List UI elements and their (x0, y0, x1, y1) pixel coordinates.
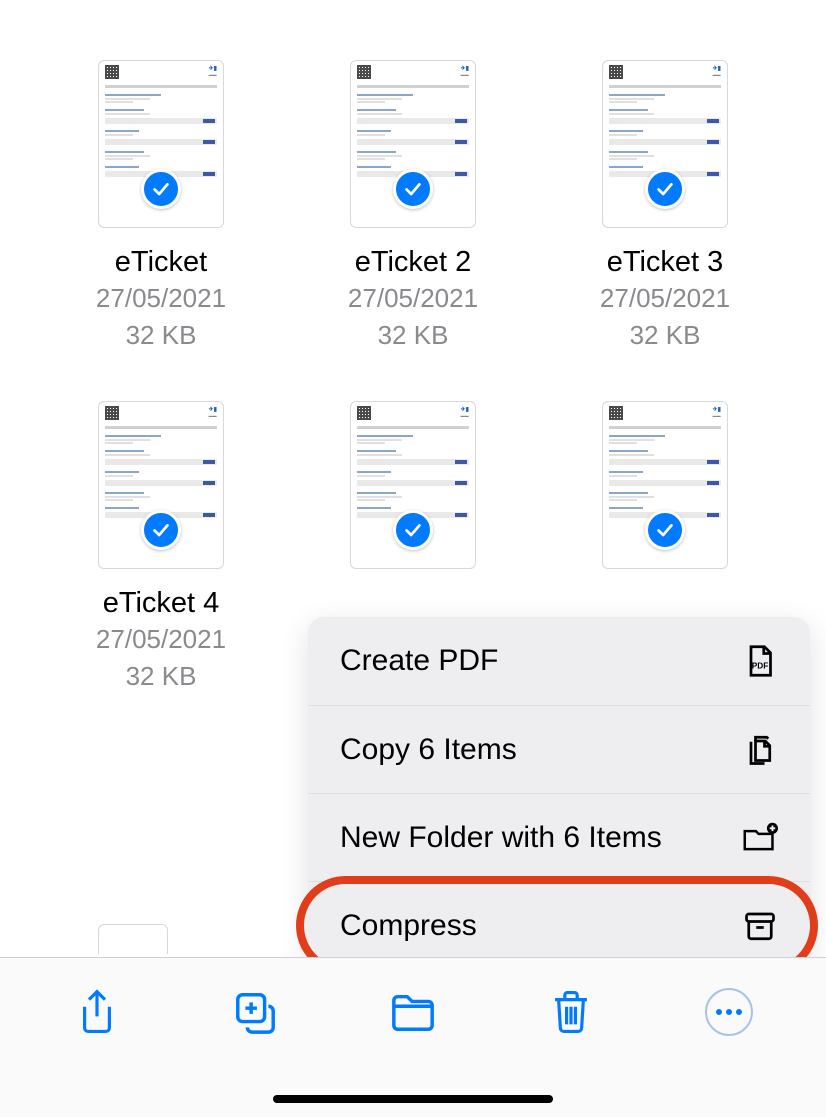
menu-copy-items[interactable]: Copy 6 Items (308, 705, 810, 793)
context-menu: Create PDF PDF Copy 6 Items New Folder w… (308, 617, 810, 969)
home-indicator (273, 1095, 553, 1103)
file-thumbnail: ✈︎▮▬▬ (350, 60, 476, 228)
more-button[interactable] (699, 982, 759, 1042)
svg-text:PDF: PDF (752, 662, 769, 671)
selected-check-icon (141, 169, 181, 209)
duplicate-icon (232, 989, 278, 1035)
folder-icon (390, 989, 436, 1035)
folder-plus-icon (742, 820, 778, 856)
file-thumbnail: ✈︎▮▬▬ (602, 401, 728, 569)
file-date: 27/05/2021 (348, 283, 478, 314)
selected-check-icon (393, 169, 433, 209)
file-size: 32 KB (378, 320, 449, 351)
menu-label: Compress (340, 909, 477, 943)
share-icon (74, 989, 120, 1035)
file-thumbnail: ✈︎▮▬▬ (602, 60, 728, 228)
file-item[interactable]: ✈︎▮▬▬ eTicket 27/05/2021 32 KB (50, 60, 272, 351)
file-grid: ✈︎▮▬▬ eTicket 27/05/2021 32 KB ✈︎▮▬▬ (0, 0, 826, 712)
delete-button[interactable] (541, 982, 601, 1042)
copy-docs-icon (742, 732, 778, 768)
file-name: eTicket 3 (607, 246, 724, 279)
file-thumbnail: ✈︎▮▬▬ (98, 60, 224, 228)
selected-check-icon (393, 510, 433, 550)
file-item[interactable]: ✈︎▮▬▬ eTicket 2 27/05/2021 32 KB (302, 60, 524, 351)
file-date: 27/05/2021 (600, 283, 730, 314)
trash-icon (548, 989, 594, 1035)
file-item[interactable]: ✈︎▮▬▬ eTicket 4 27/05/2021 32 KB (50, 401, 272, 692)
menu-create-pdf[interactable]: Create PDF PDF (308, 617, 810, 705)
file-size: 32 KB (126, 661, 197, 692)
menu-label: New Folder with 6 Items (340, 821, 662, 855)
file-name: eTicket 4 (103, 587, 220, 620)
selected-check-icon (141, 510, 181, 550)
menu-label: Create PDF (340, 644, 498, 678)
file-name: eTicket 2 (355, 246, 472, 279)
more-icon (705, 988, 753, 1036)
archive-icon (742, 908, 778, 944)
selected-check-icon (645, 169, 685, 209)
move-button[interactable] (383, 982, 443, 1042)
file-size: 32 KB (126, 320, 197, 351)
file-name: eTicket (115, 246, 207, 279)
file-date: 27/05/2021 (96, 624, 226, 655)
pdf-icon: PDF (742, 643, 778, 679)
share-button[interactable] (67, 982, 127, 1042)
menu-compress[interactable]: Compress (308, 881, 810, 969)
selected-check-icon (645, 510, 685, 550)
file-item[interactable]: ✈︎▮▬▬ eTicket 3 27/05/2021 32 KB (554, 60, 776, 351)
file-size: 32 KB (630, 320, 701, 351)
file-thumbnail: ✈︎▮▬▬ (98, 401, 224, 569)
file-date: 27/05/2021 (96, 283, 226, 314)
menu-new-folder[interactable]: New Folder with 6 Items (308, 793, 810, 881)
bottom-toolbar (0, 957, 826, 1117)
duplicate-button[interactable] (225, 982, 285, 1042)
menu-label: Copy 6 Items (340, 733, 517, 767)
file-item-partial (98, 924, 168, 954)
file-thumbnail: ✈︎▮▬▬ (350, 401, 476, 569)
